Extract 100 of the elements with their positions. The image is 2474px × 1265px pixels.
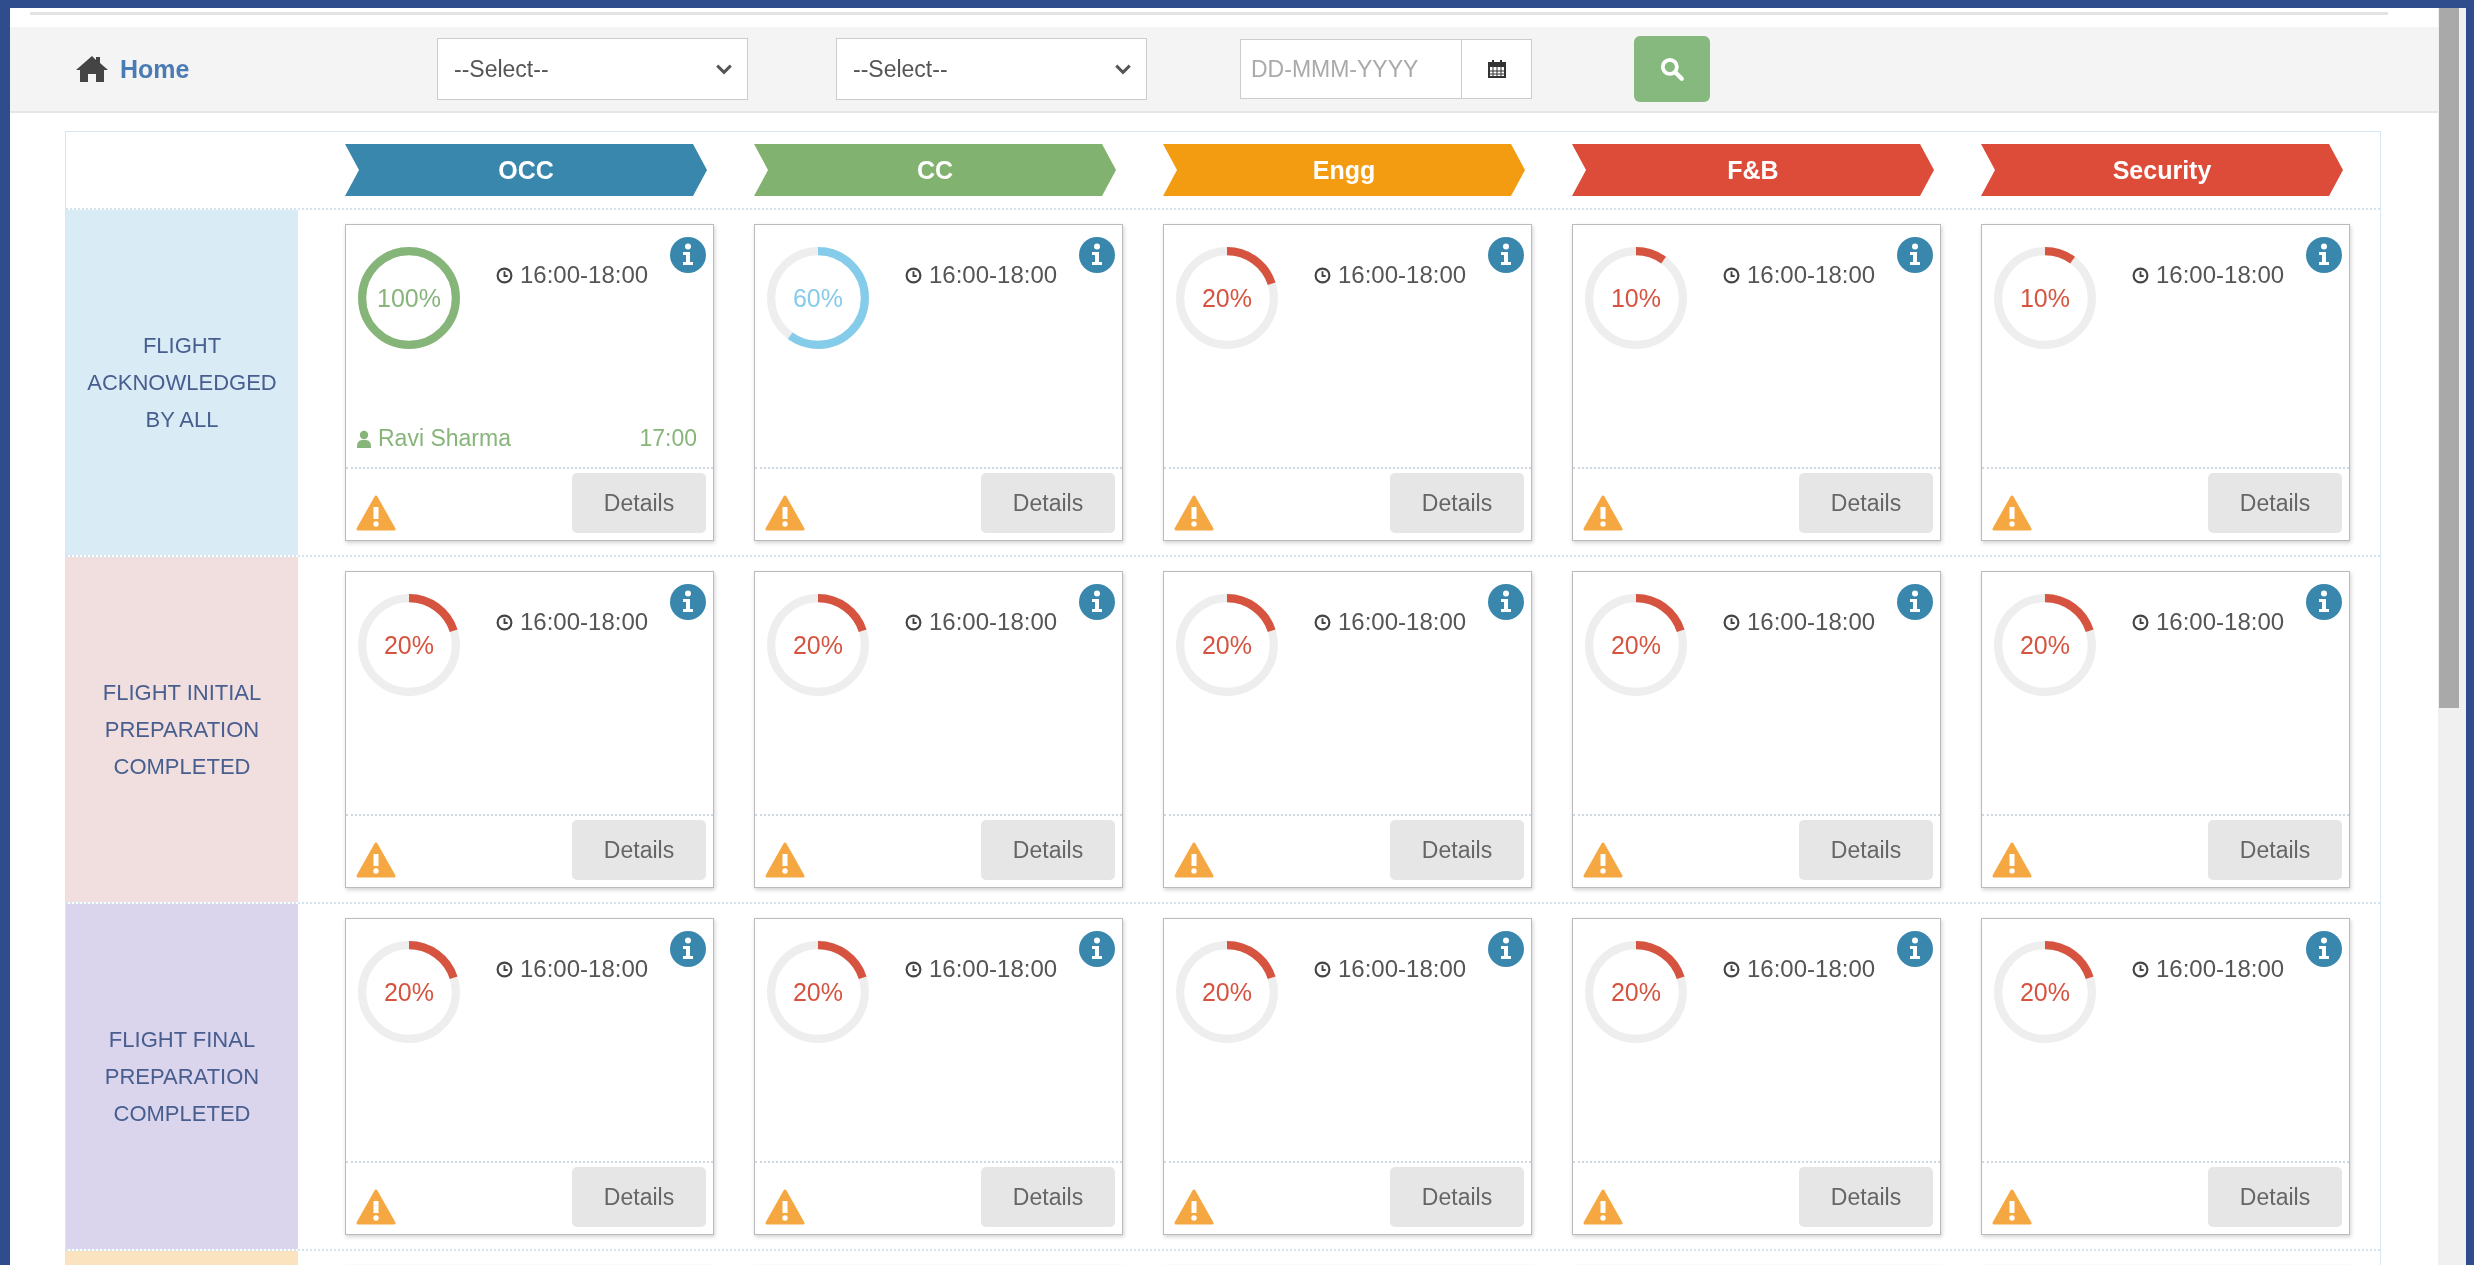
info-icon[interactable] <box>2306 931 2342 967</box>
info-icon[interactable] <box>2306 237 2342 273</box>
warning-icon <box>765 842 805 878</box>
details-button[interactable]: Details <box>2208 1167 2342 1227</box>
calendar-icon <box>1486 59 1507 79</box>
warning-icon <box>765 1189 805 1225</box>
percent-value: 20% <box>1201 283 1252 313</box>
details-button[interactable]: Details <box>2208 820 2342 880</box>
time-text: 16:00-18:00 <box>2156 608 2285 636</box>
clock-icon <box>2132 960 2149 978</box>
info-icon[interactable] <box>1488 237 1524 273</box>
info-icon[interactable] <box>1897 931 1933 967</box>
info-icon[interactable] <box>1079 237 1115 273</box>
details-button[interactable]: Details <box>1799 473 1933 533</box>
info-icon[interactable] <box>1079 931 1115 967</box>
chevron-down-icon <box>715 63 733 75</box>
info-icon[interactable] <box>1079 584 1115 620</box>
column-header: OCC <box>345 144 707 196</box>
time-text: 16:00-18:00 <box>2156 955 2285 983</box>
warning-icon <box>1583 842 1623 878</box>
clock-icon <box>1723 613 1740 631</box>
clock-icon <box>905 266 922 284</box>
scrollbar-thumb[interactable] <box>2439 8 2459 708</box>
percent-value: 20% <box>1610 977 1661 1007</box>
time-text: 16:00-18:00 <box>1338 608 1467 636</box>
warning-icon <box>1174 1189 1214 1225</box>
stage-label: FLIGHT FINAL PREPARATION COMPLETED <box>103 1026 261 1128</box>
percent-value: 60% <box>792 283 843 313</box>
warning-icon <box>1992 495 2032 531</box>
percent-value: 20% <box>383 977 434 1007</box>
info-icon[interactable] <box>1897 237 1933 273</box>
clock-icon <box>496 266 513 284</box>
percent-value: 100% <box>377 283 441 313</box>
stage-label: FLIGHT INITIAL PREPARATION COMPLETED <box>101 679 263 781</box>
info-icon[interactable] <box>1488 931 1524 967</box>
clock-icon <box>2132 613 2149 631</box>
chevron-down-icon <box>1114 63 1132 75</box>
percent-value: 20% <box>383 630 434 660</box>
time-text: 16:00-18:00 <box>929 608 1058 636</box>
clock-icon <box>496 960 513 978</box>
clock-icon <box>905 960 922 978</box>
home-link[interactable]: Home <box>74 54 437 84</box>
info-icon[interactable] <box>670 237 706 273</box>
warning-icon <box>1174 842 1214 878</box>
info-icon[interactable] <box>2306 584 2342 620</box>
home-icon <box>74 54 110 84</box>
time-text: 16:00-18:00 <box>1338 955 1467 983</box>
time-text: 16:00-18:00 <box>1338 261 1467 289</box>
info-icon[interactable] <box>1897 584 1933 620</box>
details-button[interactable]: Details <box>1390 820 1524 880</box>
details-button[interactable]: Details <box>1799 820 1933 880</box>
details-button[interactable]: Details <box>572 820 706 880</box>
percent-value: 20% <box>1201 977 1252 1007</box>
percent-value: 20% <box>2019 630 2070 660</box>
search-button[interactable] <box>1634 36 1710 102</box>
warning-icon <box>1992 842 2032 878</box>
warning-icon <box>765 495 805 531</box>
details-button[interactable]: Details <box>1390 473 1524 533</box>
select-dropdown[interactable]: --Select-- <box>836 38 1147 100</box>
time-text: 16:00-18:00 <box>1747 608 1876 636</box>
time-text: 16:00-18:00 <box>520 261 649 289</box>
warning-icon <box>356 842 396 878</box>
info-icon[interactable] <box>1488 584 1524 620</box>
column-header: CC <box>754 144 1116 196</box>
user-icon <box>356 429 372 448</box>
warning-icon <box>356 495 396 531</box>
warning-icon <box>1583 495 1623 531</box>
clock-icon <box>1314 960 1331 978</box>
details-button[interactable]: Details <box>1799 1167 1933 1227</box>
percent-value: 20% <box>792 630 843 660</box>
search-icon <box>1659 56 1685 82</box>
percent-value: 20% <box>792 977 843 1007</box>
clock-icon <box>1314 266 1331 284</box>
stage-label: FLIGHT ACKNOWLEDGED BY ALL <box>86 332 278 434</box>
warning-icon <box>1992 1189 2032 1225</box>
clock-icon <box>1314 613 1331 631</box>
time-text: 16:00-18:00 <box>929 955 1058 983</box>
clock-icon <box>1723 266 1740 284</box>
warning-icon <box>356 1189 396 1225</box>
time-text: 16:00-18:00 <box>1747 955 1876 983</box>
percent-value: 20% <box>1201 630 1252 660</box>
details-button[interactable]: Details <box>1390 1167 1524 1227</box>
details-button[interactable]: Details <box>572 473 706 533</box>
acknowledged-time: 17:00 <box>639 425 697 452</box>
clock-icon <box>2132 266 2149 284</box>
date-field[interactable]: DD-MMM-YYYY <box>1240 39 1532 99</box>
select-dropdown[interactable]: --Select-- <box>437 38 748 100</box>
details-button[interactable]: Details <box>981 473 1115 533</box>
info-icon[interactable] <box>670 931 706 967</box>
percent-value: 10% <box>2019 283 2070 313</box>
details-button[interactable]: Details <box>2208 473 2342 533</box>
details-button[interactable]: Details <box>981 820 1115 880</box>
info-icon[interactable] <box>670 584 706 620</box>
details-button[interactable]: Details <box>981 1167 1115 1227</box>
warning-icon <box>1174 495 1214 531</box>
clock-icon <box>1723 960 1740 978</box>
details-button[interactable]: Details <box>572 1167 706 1227</box>
clock-icon <box>496 613 513 631</box>
scrollbar[interactable] <box>2438 8 2466 1265</box>
time-text: 16:00-18:00 <box>520 608 649 636</box>
